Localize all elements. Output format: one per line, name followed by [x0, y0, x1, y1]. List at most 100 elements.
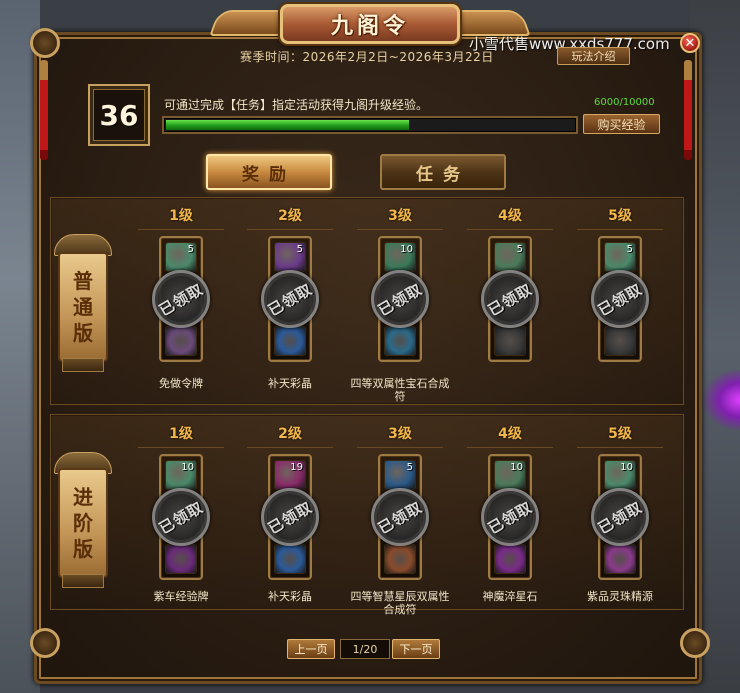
claimed-stamp: 已领取: [152, 270, 210, 328]
season-time: 赛季时间：2026年2月2日~2026年3月22日: [240, 50, 494, 64]
reward-level-label: 5级: [608, 208, 632, 224]
exp-description: 可通过完成【任务】指定活动获得九阁升级经验。: [164, 98, 429, 112]
reward-level-label: 2级: [278, 426, 302, 442]
title-plate: 九阁令: [280, 4, 460, 44]
track-label-char: 进: [73, 485, 93, 509]
reward-item-icon[interactable]: [604, 544, 636, 574]
page-indicator: 1/20: [340, 639, 390, 659]
reward-level-label: 1级: [169, 426, 193, 442]
level-number: 36: [99, 98, 139, 132]
item-count: 10: [510, 462, 523, 473]
reward-name: 补天彩晶: [268, 377, 312, 390]
reward-item-icon[interactable]: [165, 544, 197, 574]
reward-name: 四等智慧星辰双属性合成符: [350, 590, 450, 616]
reward-level-label: 1级: [169, 208, 193, 224]
next-page-button[interactable]: 下一页: [392, 639, 440, 659]
reward-name: 紫品灵珠精源: [587, 590, 653, 603]
corner-ornament: [680, 628, 710, 658]
reward-item-icon[interactable]: [165, 326, 197, 356]
tab-rewards[interactable]: 奖励: [206, 154, 332, 190]
divider: [577, 229, 663, 230]
claimed-stamp: 已领取: [591, 270, 649, 328]
reward-name: 免做令牌: [159, 377, 203, 390]
reward-item-icon[interactable]: 5: [494, 242, 526, 272]
reward-item-icon[interactable]: 10: [494, 460, 526, 490]
divider: [467, 447, 553, 448]
reward-item-icon[interactable]: 5: [274, 242, 306, 272]
pavilion-base-icon: [62, 574, 104, 588]
item-count: 10: [620, 462, 633, 473]
pavilion-base-icon: [62, 358, 104, 372]
reward-item-icon[interactable]: [604, 326, 636, 356]
item-count: 5: [296, 244, 303, 255]
tassel-right: [684, 60, 692, 160]
reward-item-icon[interactable]: 10: [165, 460, 197, 490]
claimed-stamp-text: 已领取: [484, 497, 536, 538]
level-badge: 36: [88, 84, 150, 146]
track-label-char: 版: [73, 321, 93, 345]
reward-item-icon[interactable]: [494, 544, 526, 574]
item-count: 5: [516, 244, 523, 255]
reward-level-label: 5级: [608, 426, 632, 442]
reward-item-icon[interactable]: [274, 326, 306, 356]
claimed-stamp-text: 已领取: [264, 497, 316, 538]
claimed-stamp: 已领取: [481, 488, 539, 546]
reward-item-icon[interactable]: [274, 544, 306, 574]
track-label-char: 阶: [73, 511, 93, 535]
rules-button[interactable]: 玩法介绍: [557, 47, 630, 65]
reward-item-icon[interactable]: 10: [604, 460, 636, 490]
exp-count: 6000/10000: [594, 97, 655, 108]
reward-item-icon[interactable]: 10: [384, 242, 416, 272]
reward-name: 四等双属性宝石合成符: [350, 377, 450, 403]
reward-level-label: 4级: [498, 208, 522, 224]
close-button[interactable]: ✕: [680, 33, 700, 53]
claimed-stamp: 已领取: [481, 270, 539, 328]
item-count: 10: [181, 462, 194, 473]
prev-page-button[interactable]: 上一页: [287, 639, 335, 659]
claimed-stamp: 已领取: [371, 488, 429, 546]
claimed-stamp-text: 已领取: [155, 497, 207, 538]
claimed-stamp: 已领取: [591, 488, 649, 546]
item-count: 5: [626, 244, 633, 255]
background-glow: [704, 370, 740, 430]
claimed-stamp: 已领取: [371, 270, 429, 328]
claimed-stamp: 已领取: [261, 270, 319, 328]
claimed-stamp: 已领取: [261, 488, 319, 546]
item-count: 5: [187, 244, 194, 255]
reward-item-icon[interactable]: [384, 326, 416, 356]
reward-item-icon[interactable]: 5: [384, 460, 416, 490]
reward-item-icon[interactable]: 19: [274, 460, 306, 490]
divider: [247, 229, 333, 230]
item-count: 5: [406, 462, 413, 473]
exp-progress-bar: [162, 116, 578, 134]
reward-item-icon[interactable]: [494, 326, 526, 356]
claimed-stamp-text: 已领取: [264, 279, 316, 320]
claimed-stamp-text: 已领取: [484, 279, 536, 320]
corner-ornament: [30, 28, 60, 58]
buy-exp-button[interactable]: 购买经验: [583, 114, 660, 134]
reward-item-icon[interactable]: 5: [604, 242, 636, 272]
tab-tasks[interactable]: 任务: [380, 154, 506, 190]
divider: [138, 447, 224, 448]
claimed-stamp-text: 已领取: [155, 279, 207, 320]
reward-name: 紫车经验牌: [153, 590, 209, 603]
tassel-left: [40, 60, 48, 160]
advanced-track-panel: [50, 414, 684, 610]
corner-ornament: [30, 628, 60, 658]
divider: [247, 447, 333, 448]
reward-item-icon[interactable]: [384, 544, 416, 574]
reward-level-label: 4级: [498, 426, 522, 442]
reward-level-label: 3级: [388, 208, 412, 224]
divider: [357, 229, 443, 230]
track-label-char: 版: [73, 537, 93, 561]
track-label-normal: 普 通 版: [58, 252, 108, 362]
claimed-stamp: 已领取: [152, 488, 210, 546]
reward-name: 神魔淬星石: [482, 590, 538, 603]
reward-level-label: 3级: [388, 426, 412, 442]
reward-name: 补天彩晶: [268, 590, 312, 603]
window-title: 九阁令: [330, 14, 409, 39]
reward-item-icon[interactable]: 5: [165, 242, 197, 272]
claimed-stamp-text: 已领取: [594, 279, 646, 320]
claimed-stamp-text: 已领取: [374, 279, 426, 320]
reward-level-label: 2级: [278, 208, 302, 224]
